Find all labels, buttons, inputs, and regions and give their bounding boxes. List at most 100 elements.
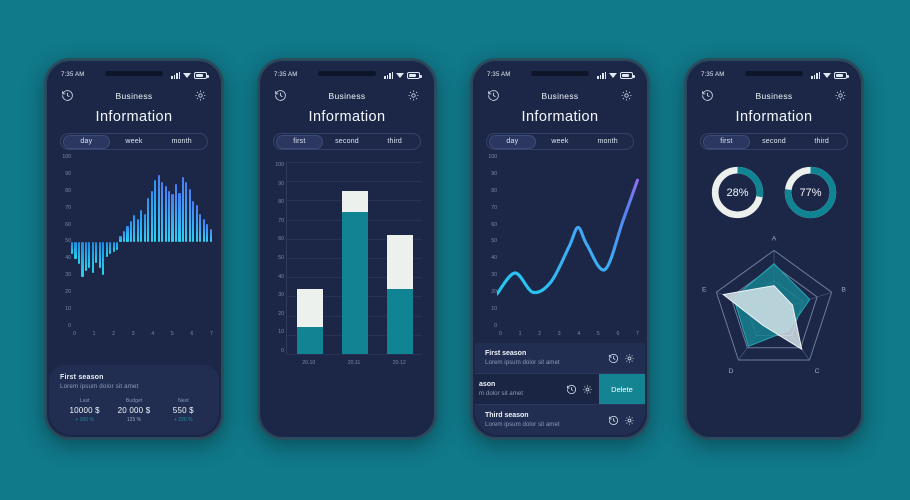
segment-third[interactable]: third	[371, 135, 419, 149]
axis-tick: 70	[491, 204, 497, 211]
gear-icon[interactable]	[620, 89, 633, 102]
history-clock-icon[interactable]	[608, 353, 619, 364]
radar-svg: A B C D E	[702, 236, 846, 376]
history-clock-icon[interactable]	[608, 415, 619, 426]
axis-tick: 2	[112, 331, 116, 337]
bar	[105, 241, 108, 258]
nav-title: Business	[541, 90, 579, 101]
bar	[112, 241, 115, 252]
history-clock-icon[interactable]	[566, 384, 577, 395]
nav-title: Business	[755, 90, 793, 101]
page-title: Information	[735, 109, 813, 125]
status-time: 7:35 AM	[61, 72, 85, 78]
nav-bar: Business	[475, 83, 645, 102]
axis-tick: 4	[577, 331, 581, 337]
axis-tick: 0	[73, 331, 76, 337]
bar	[185, 182, 188, 242]
gear-icon[interactable]	[624, 353, 635, 364]
segment-month[interactable]: month	[158, 135, 206, 149]
gear-icon[interactable]	[194, 89, 207, 102]
stacked-bar	[386, 234, 413, 354]
segment-second[interactable]: second	[750, 135, 798, 149]
grid-line	[287, 354, 422, 355]
segment-first[interactable]: first	[275, 134, 324, 149]
list-item[interactable]: Third season Lorem ipsum dolor sit amet	[475, 404, 645, 435]
radar-axis-label: A	[772, 236, 777, 243]
axis-tick: 1	[518, 331, 522, 337]
bar	[98, 241, 101, 268]
notch	[531, 71, 589, 76]
phone-3-chart: 100 90 80 70 60 50 40 30 20 10 0 0 1 2 3…	[475, 154, 645, 337]
gear-icon[interactable]	[624, 415, 635, 426]
line-series	[497, 178, 639, 296]
stat-percent: + 220 %	[174, 417, 193, 423]
y-axis-labels: 100 90 80 70 60 50 40 30 20 10 0	[268, 162, 284, 354]
nav-title: Business	[115, 90, 153, 101]
segmented-control-2: first second third	[273, 133, 421, 150]
gear-icon[interactable]	[407, 89, 420, 102]
bar	[157, 175, 160, 242]
signal-icon	[384, 71, 393, 79]
wifi-icon	[823, 72, 831, 79]
season-list: First season Lorem ipsum dolor sit amet	[475, 343, 645, 435]
axis-tick: 20.12	[392, 360, 406, 366]
segment-day[interactable]: day	[488, 134, 537, 149]
bar	[171, 194, 174, 242]
gear-icon[interactable]	[834, 89, 847, 102]
list-item[interactable]: First season Lorem ipsum dolor sit amet	[475, 343, 645, 373]
card-subtitle: Lorem ipsum dolor sit amet	[60, 383, 139, 390]
history-clock-icon[interactable]	[61, 89, 74, 102]
list-item-actions	[608, 353, 635, 364]
axis-tick: 20	[278, 310, 284, 317]
list-item-subtitle: Lorem ipsum dolor sit amet	[485, 421, 560, 428]
phone-1-chart: 100 90 80 70 60 50 40 30 20 10 0 01234567	[49, 154, 219, 337]
segment-week[interactable]: week	[536, 135, 584, 149]
list-item-subtitle: Lorem ipsum dolor sit amet	[485, 359, 560, 366]
bar-segment-bottom	[341, 211, 368, 354]
axis-tick: 0	[499, 331, 502, 337]
bar	[147, 197, 150, 242]
segment-month[interactable]: month	[584, 135, 632, 149]
bar	[102, 241, 105, 275]
axis-tick: 40	[65, 255, 71, 262]
list-item-subtitle: m dolor sit amet	[479, 390, 524, 397]
stat-next: Next 550 $ + 220 %	[159, 398, 208, 423]
list-item-swiped[interactable]: ason m dolor sit amet Delete	[475, 373, 645, 404]
donut-chart-left: 28%	[709, 164, 766, 221]
radar-axis-label: B	[841, 286, 846, 293]
axis-tick: 10	[65, 306, 71, 313]
segment-second[interactable]: second	[323, 135, 371, 149]
segment-third[interactable]: third	[798, 135, 846, 149]
segment-day[interactable]: day	[62, 134, 111, 149]
segment-week[interactable]: week	[110, 135, 158, 149]
status-bar: 7:35 AM	[49, 63, 219, 83]
list-item-actions	[608, 415, 635, 426]
phone-1-screen: 7:35 AM Business Information day week mo…	[49, 63, 219, 435]
y-axis-labels: 100 90 80 70 60 50 40 30 20 10 0	[55, 154, 71, 329]
history-clock-icon[interactable]	[701, 89, 714, 102]
bar	[202, 218, 205, 242]
bar	[95, 241, 98, 263]
axis-tick: 60	[65, 221, 71, 228]
axis-tick: 30	[65, 272, 71, 279]
axis-tick: 50	[65, 238, 71, 245]
history-clock-icon[interactable]	[487, 89, 500, 102]
x-axis-labels: 20.10 20.11 20.12	[262, 354, 432, 366]
poster-canvas: 7:35 AM Business Information day week mo…	[0, 0, 910, 500]
axis-tick: 100	[275, 162, 284, 168]
bar	[126, 225, 129, 242]
status-bar: 7:35 AM	[689, 63, 859, 83]
x-axis-labels: 0 1 2 3 4 5 6 7	[475, 329, 645, 337]
battery-icon	[194, 71, 209, 79]
stat-label: Budget	[125, 398, 143, 404]
bar	[71, 241, 74, 254]
battery-icon	[620, 71, 635, 79]
bar-segment-top	[386, 234, 413, 289]
axis-tick: 60	[278, 236, 284, 243]
gear-icon[interactable]	[582, 384, 593, 395]
segment-first[interactable]: first	[702, 134, 751, 149]
history-clock-icon[interactable]	[274, 89, 287, 102]
segmented-control-3: day week month	[486, 133, 634, 150]
delete-button[interactable]: Delete	[599, 374, 645, 404]
bar	[161, 182, 164, 242]
